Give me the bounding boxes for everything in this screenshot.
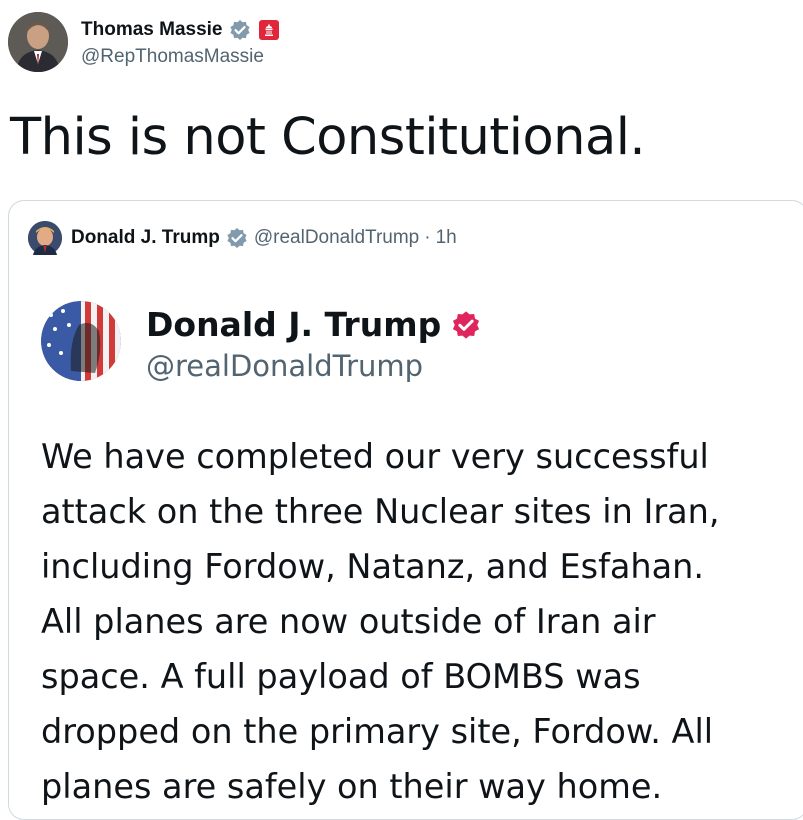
tweet-text: This is not Constitutional. <box>10 108 646 167</box>
congress-badge-icon[interactable] <box>258 20 279 40</box>
verified-badge-icon[interactable] <box>226 227 248 249</box>
quoted-handle[interactable]: @realDonaldTrump <box>254 227 419 249</box>
verified-badge-icon[interactable] <box>229 19 251 41</box>
embed-verified-icon <box>451 310 481 340</box>
embed-body-line: All planes are now outside of Iran air <box>41 602 656 641</box>
quoted-tweet-header: Donald J. Trump @realDonaldTrump · 1h <box>28 221 457 255</box>
quoted-tweet-card[interactable]: Donald J. Trump @realDonaldTrump · 1h Do… <box>8 200 803 820</box>
tweet-author: Thomas Massie @RepThomasMassie <box>8 12 279 72</box>
embed-body-line: space. A full payload of BOMBS was <box>41 657 641 696</box>
embed-display-name: Donald J. Trump <box>146 305 481 344</box>
embed-body-line: We have completed our very successful <box>41 437 709 476</box>
avatar-portrait-icon <box>8 12 68 72</box>
quoted-timestamp[interactable]: 1h <box>436 227 457 249</box>
separator-dot: · <box>424 227 431 248</box>
author-handle[interactable]: @RepThomasMassie <box>81 46 279 68</box>
author-display-name[interactable]: Thomas Massie <box>81 19 223 41</box>
embed-handle: @realDonaldTrump <box>146 349 424 383</box>
embed-avatar <box>41 301 121 381</box>
quoted-display-name[interactable]: Donald J. Trump <box>71 227 220 249</box>
flag-portrait-icon <box>41 301 121 381</box>
avatar[interactable] <box>8 12 68 72</box>
embed-post-body: We have completed our very successful at… <box>41 429 801 814</box>
embed-body-line: dropped on the primary site, Fordow. All <box>41 712 714 751</box>
embed-body-line: attack on the three Nuclear sites in Ira… <box>41 492 720 531</box>
quoted-avatar[interactable] <box>28 221 62 255</box>
embed-body-line: including Fordow, Natanz, and Esfahan. <box>41 547 705 586</box>
quoted-avatar-portrait-icon <box>28 221 62 255</box>
embed-name-text: Donald J. Trump <box>146 305 442 344</box>
